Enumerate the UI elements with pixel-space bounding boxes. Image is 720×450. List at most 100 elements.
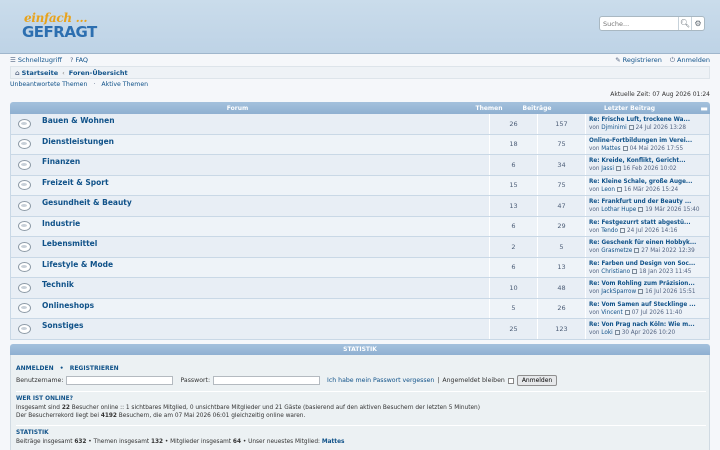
forum-title-link[interactable]: Sonstiges	[42, 321, 83, 330]
gear-icon[interactable]: ⚙	[691, 17, 704, 30]
last-post-user-link[interactable]: Lothar Hupe	[601, 207, 636, 213]
username-field[interactable]	[66, 376, 174, 385]
forum-title-link[interactable]: Bauen & Wohnen	[42, 116, 115, 125]
last-post-title-link[interactable]: Re: Kleine Schale, große Auge...	[589, 179, 692, 185]
view-post-icon[interactable]	[619, 227, 625, 233]
last-post-user-link[interactable]: Grasmetze	[601, 248, 632, 254]
link-separator: ·	[93, 81, 96, 88]
last-post-user-link[interactable]: Tendo	[601, 228, 618, 234]
quick-access-label: Schnellzugriff	[17, 56, 62, 64]
bottom-panel: ANMELDEN • REGISTRIEREN Benutzername: Pa…	[10, 355, 710, 450]
last-post-user-link[interactable]: Loki	[601, 330, 612, 336]
last-post-date: 04 Mai 2026 17:55	[629, 145, 684, 152]
forum-icon	[11, 114, 37, 134]
view-post-icon[interactable]	[614, 330, 620, 335]
last-post-by: von	[589, 207, 600, 213]
last-post-date: 16 Mär 2026 15:24	[623, 186, 679, 193]
last-post-user-link[interactable]: Mattes	[601, 146, 620, 152]
register-link[interactable]: ✎ Registrieren	[615, 56, 662, 65]
password-field[interactable]	[213, 376, 321, 385]
remember-checkbox[interactable]	[507, 377, 514, 384]
forum-icon	[11, 319, 37, 339]
view-post-icon[interactable]	[624, 309, 630, 315]
forum-title-link[interactable]: Gesundheit & Beauty	[42, 198, 132, 207]
login-button[interactable]: Anmelden	[516, 375, 558, 386]
site-header: einfach ... GEFRAGT 🔍︎ ⚙	[0, 0, 720, 54]
forgot-password-link[interactable]: Ich habe mein Passwort vergessen	[327, 377, 434, 384]
forum-title-link[interactable]: Lifestyle & Mode	[42, 260, 113, 269]
forum-title-link[interactable]: Lebensmittel	[42, 239, 97, 248]
last-post-title-link[interactable]: Re: Von Prag nach Köln: Wie m...	[589, 322, 695, 328]
newest-member-link[interactable]: Mattes	[322, 439, 345, 445]
stat-pre3: • Mitglieder insgesamt	[163, 439, 233, 445]
forum-title-link[interactable]: Industrie	[42, 219, 80, 228]
view-post-icon[interactable]	[628, 125, 634, 130]
last-post-title-link[interactable]: Online-Fortbildungen im Verei...	[589, 138, 692, 144]
search-input[interactable]	[600, 17, 678, 30]
forum-title-link[interactable]: Onlineshops	[42, 301, 94, 310]
forum-last-post: Re: Frankfurt und der Beauty ... von Loth…	[586, 196, 709, 216]
password-label: Passwort:	[180, 377, 211, 384]
last-post-title-link[interactable]: Re: Frankfurt und der Beauty ...	[589, 199, 691, 205]
record-count: 4192	[100, 413, 117, 419]
view-post-icon[interactable]	[632, 268, 638, 274]
last-post-title-link[interactable]: Re: Vom Samen auf Stecklinge ...	[589, 302, 696, 308]
last-post-user-link[interactable]: Djminimi	[601, 125, 626, 131]
faq-link[interactable]: ? FAQ	[70, 56, 88, 64]
forum-posts: 34	[538, 155, 586, 175]
stat-pre2: • Themen insgesamt	[86, 439, 151, 445]
forum-title-link[interactable]: Dienstleistungen	[42, 137, 114, 146]
view-post-icon[interactable]	[616, 186, 622, 192]
unanswered-topics-link[interactable]: Unbeantwortete Themen	[10, 81, 87, 88]
forum-row: Lifestyle & Mode 6 13 Re: Farben und Design…	[10, 257, 710, 278]
login-heading-link[interactable]: ANMELDEN	[16, 365, 54, 372]
forum-row: Finanzen 6 34 Re: Kreide, Konflikt, Gericht…	[10, 155, 710, 176]
site-logo[interactable]: einfach ... GEFRAGT	[22, 11, 104, 43]
forum-topics: 6	[490, 216, 538, 236]
last-post-user-link[interactable]: JackSparrow	[601, 289, 636, 295]
statistics: STATISTIK Beiträge insgesamt 632 • Theme…	[16, 429, 344, 446]
last-post-title-link[interactable]: Re: Frische Luft, trockene Wa...	[589, 117, 690, 123]
view-post-icon[interactable]	[615, 166, 621, 171]
who-is-online: WER IST ONLINE? Insgesamt sind 22 Besuch…	[16, 395, 480, 420]
remember-label: Angemeldet bleiben	[442, 377, 505, 384]
who-is-online-heading[interactable]: WER IST ONLINE?	[16, 395, 480, 403]
view-post-icon[interactable]	[638, 207, 644, 212]
last-post-title-link[interactable]: Re: Vom Rohling zum Präzision...	[589, 281, 695, 287]
forum-rows: Bauen & Wohnen 26 157 Re: Frische Luft, tro…	[10, 114, 710, 340]
forum-row: Sonstiges 25 123 Re: Von Prag nach Köln: Wi…	[10, 319, 710, 340]
last-post-user-link[interactable]: Jassi	[601, 166, 614, 172]
last-post-title-link[interactable]: Re: Geschenk für einen Hobbyk...	[589, 240, 696, 246]
stat-pre1: Beiträge insgesamt	[16, 439, 75, 445]
search-icon[interactable]: 🔍︎	[678, 17, 691, 30]
forum-bubble-icon	[17, 262, 31, 273]
login-link[interactable]: ⏻ Anmelden	[670, 56, 710, 65]
breadcrumb-home[interactable]: Startseite	[22, 69, 59, 77]
active-topics-link[interactable]: Aktive Themen	[101, 81, 148, 88]
view-post-icon[interactable]	[634, 248, 640, 253]
forum-bubble-icon	[17, 118, 31, 129]
forum-bubble-icon	[17, 323, 31, 334]
forum-title-link[interactable]: Technik	[42, 280, 74, 289]
last-post-title-link[interactable]: Re: Festgezurrt statt abgestü...	[589, 220, 691, 226]
last-post-title-link[interactable]: Re: Farben und Design von Soc...	[589, 261, 695, 267]
forum-posts: 29	[538, 216, 586, 236]
forum-title-link[interactable]: Freizeit & Sport	[42, 178, 109, 187]
last-post-user-link[interactable]: Leon	[601, 187, 615, 193]
online-line1-post: Besucher online :: 1 sichtbares Mitglied…	[69, 405, 480, 411]
forum-last-post: Re: Vom Samen auf Stecklinge ... von Vinc…	[586, 299, 709, 319]
last-post-date: 18 Jan 2023 11:45	[639, 268, 692, 275]
col-forum: Forum	[226, 104, 249, 112]
breadcrumb-current[interactable]: Foren-Übersicht	[69, 69, 128, 77]
view-post-icon[interactable]	[622, 145, 628, 151]
quick-access-link[interactable]: ☰ Schnellzugriff	[10, 56, 62, 64]
last-post-by: von	[589, 166, 600, 172]
last-post-user-link[interactable]: Vincent	[601, 310, 622, 316]
collapse-icon[interactable]: ▬	[698, 104, 710, 113]
last-post-title-link[interactable]: Re: Kreide, Konflikt, Gericht...	[589, 158, 686, 164]
last-post-by: von	[589, 268, 600, 275]
last-post-user-link[interactable]: Christiano	[601, 269, 630, 275]
forum-title-link[interactable]: Finanzen	[42, 157, 80, 166]
view-post-icon[interactable]	[638, 289, 644, 294]
register-heading-link[interactable]: REGISTRIEREN	[70, 365, 119, 372]
